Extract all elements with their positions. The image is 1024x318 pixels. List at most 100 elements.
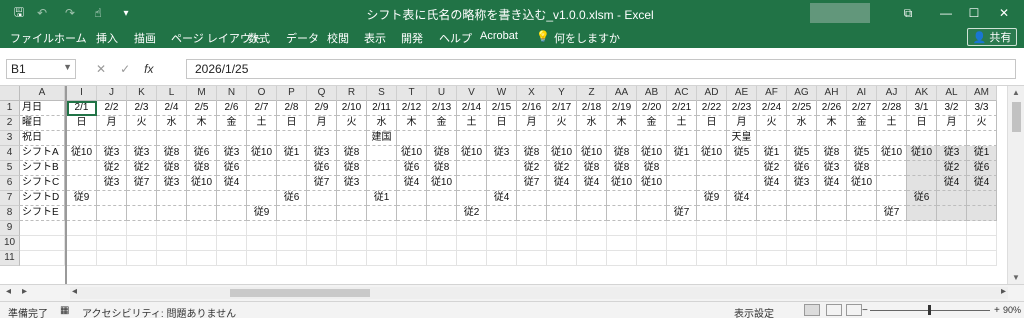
empty-cell[interactable]	[847, 236, 877, 251]
shift-cell[interactable]	[577, 191, 607, 206]
shift-cell[interactable]: 従4	[757, 176, 787, 191]
shift-cell[interactable]: 従8	[817, 146, 847, 161]
holiday-cell[interactable]	[787, 131, 817, 146]
empty-cell[interactable]	[67, 221, 97, 236]
empty-cell[interactable]	[367, 221, 397, 236]
column-header-n[interactable]: N	[217, 86, 247, 101]
vertical-scrollbar[interactable]: ▲ ▼	[1007, 86, 1024, 284]
empty-cell[interactable]	[637, 251, 667, 266]
shift-cell[interactable]: 従6	[967, 161, 997, 176]
shift-cell[interactable]: 従3	[937, 146, 967, 161]
empty-cell[interactable]	[847, 221, 877, 236]
empty-cell[interactable]	[667, 236, 697, 251]
shift-cell[interactable]: 従2	[937, 161, 967, 176]
shift-cell[interactable]	[67, 161, 97, 176]
empty-cell[interactable]	[607, 236, 637, 251]
holiday-cell[interactable]	[187, 131, 217, 146]
column-header-ac[interactable]: AC	[667, 86, 697, 101]
page-break-view-icon[interactable]	[846, 304, 862, 316]
shift-cell[interactable]	[247, 176, 277, 191]
empty-cell[interactable]	[157, 251, 187, 266]
shift-cell[interactable]: 従3	[127, 146, 157, 161]
date-cell[interactable]: 2/22	[697, 101, 727, 116]
shift-cell[interactable]	[157, 206, 187, 221]
shift-cell[interactable]: 従8	[607, 146, 637, 161]
shift-cell[interactable]	[697, 176, 727, 191]
shift-cell[interactable]: 従7	[127, 176, 157, 191]
shift-cell[interactable]: 従3	[307, 146, 337, 161]
empty-cell[interactable]	[877, 236, 907, 251]
date-cell[interactable]: 2/7	[247, 101, 277, 116]
shift-cell[interactable]	[877, 191, 907, 206]
date-cell[interactable]: 2/10	[337, 101, 367, 116]
empty-cell[interactable]	[907, 251, 937, 266]
empty-cell[interactable]	[247, 236, 277, 251]
empty-cell[interactable]	[517, 221, 547, 236]
shift-cell[interactable]	[367, 161, 397, 176]
redo-icon[interactable]: ↷	[62, 4, 78, 22]
shift-cell[interactable]: 従8	[427, 161, 457, 176]
date-cell[interactable]: 3/1	[907, 101, 937, 116]
empty-cell[interactable]	[757, 236, 787, 251]
shift-cell[interactable]	[847, 191, 877, 206]
shift-cell[interactable]	[787, 206, 817, 221]
shift-cell[interactable]	[517, 206, 547, 221]
empty-cell[interactable]	[307, 236, 337, 251]
shift-cell[interactable]: 従10	[847, 176, 877, 191]
tab-formulas[interactable]: 数式	[248, 30, 270, 46]
shift-cell[interactable]	[757, 191, 787, 206]
scroll-right-icon[interactable]: ▸	[1001, 286, 1006, 297]
date-cell[interactable]: 2/20	[637, 101, 667, 116]
shift-cell[interactable]: 従8	[337, 146, 367, 161]
empty-cell[interactable]	[97, 221, 127, 236]
shift-cell[interactable]	[697, 206, 727, 221]
empty-cell[interactable]	[277, 236, 307, 251]
row-label-cell[interactable]: シフトC	[20, 176, 65, 191]
weekday-cell[interactable]: 火	[547, 116, 577, 131]
shift-cell[interactable]: 従5	[787, 146, 817, 161]
shift-cell[interactable]: 従8	[157, 161, 187, 176]
empty-cell[interactable]	[577, 221, 607, 236]
shift-cell[interactable]: 従8	[427, 146, 457, 161]
empty-cell[interactable]	[757, 251, 787, 266]
shift-cell[interactable]: 従6	[277, 191, 307, 206]
share-button[interactable]: 👤 共有	[967, 28, 1017, 46]
spreadsheet-grid[interactable]: A I J K L M N O P Q R S T U V W X Y Z AA AB AC AD AE AF AG AH AI AJ A…	[0, 86, 1024, 284]
column-header-i[interactable]: I	[67, 86, 97, 101]
shift-cell[interactable]: 従4	[487, 191, 517, 206]
empty-cell[interactable]	[787, 251, 817, 266]
tab-draw[interactable]: 描画	[134, 30, 156, 46]
empty-cell[interactable]	[757, 221, 787, 236]
macro-record-icon[interactable]: ▦	[60, 305, 69, 316]
shift-cell[interactable]	[457, 191, 487, 206]
holiday-cell[interactable]: 建国	[367, 131, 397, 146]
empty-cell[interactable]	[517, 236, 547, 251]
holiday-cell[interactable]	[607, 131, 637, 146]
date-cell[interactable]: 2/24	[757, 101, 787, 116]
shift-cell[interactable]	[337, 191, 367, 206]
shift-cell[interactable]: 従3	[97, 176, 127, 191]
shift-cell[interactable]: 従10	[577, 146, 607, 161]
cancel-icon[interactable]: ✕	[96, 62, 106, 76]
empty-cell[interactable]	[907, 221, 937, 236]
shift-cell[interactable]: 従10	[637, 176, 667, 191]
date-cell[interactable]: 2/8	[277, 101, 307, 116]
row-header-10[interactable]: 10	[0, 236, 20, 251]
column-header-ag[interactable]: AG	[787, 86, 817, 101]
weekday-cell[interactable]: 月	[307, 116, 337, 131]
shift-cell[interactable]: 従4	[937, 176, 967, 191]
shift-cell[interactable]	[877, 161, 907, 176]
shift-cell[interactable]	[307, 206, 337, 221]
weekday-cell[interactable]: 木	[817, 116, 847, 131]
column-header-p[interactable]: P	[277, 86, 307, 101]
shift-cell[interactable]: 従4	[577, 176, 607, 191]
shift-cell[interactable]	[307, 191, 337, 206]
shift-cell[interactable]	[67, 176, 97, 191]
shift-cell[interactable]	[697, 161, 727, 176]
row-header-9[interactable]: 9	[0, 221, 20, 236]
empty-cell[interactable]	[487, 251, 517, 266]
column-header-o[interactable]: O	[247, 86, 277, 101]
shift-cell[interactable]	[427, 191, 457, 206]
empty-cell[interactable]	[97, 251, 127, 266]
empty-cell[interactable]	[337, 236, 367, 251]
